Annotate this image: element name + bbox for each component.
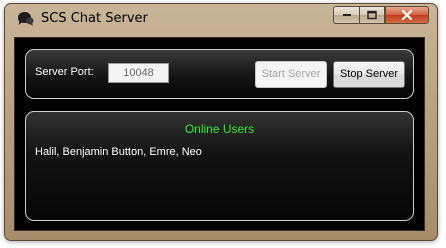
client-area: Server Port: 10048 Start Server Stop Ser… bbox=[14, 37, 425, 231]
close-button[interactable] bbox=[385, 6, 429, 24]
maximize-button[interactable] bbox=[359, 6, 385, 24]
start-server-button[interactable]: Start Server bbox=[255, 61, 327, 88]
app-window: SCS Chat Server Server Port: 10048 Start… bbox=[4, 3, 438, 241]
chat-bubbles-icon[interactable] bbox=[16, 10, 34, 28]
window-title: SCS Chat Server bbox=[41, 11, 148, 26]
server-port-input[interactable]: 10048 bbox=[108, 63, 169, 83]
server-port-label: Server Port: bbox=[35, 66, 94, 78]
online-users-title: Online Users bbox=[184, 122, 255, 136]
maximize-icon bbox=[367, 10, 377, 20]
minimize-button[interactable] bbox=[333, 6, 359, 24]
close-icon bbox=[401, 10, 413, 20]
window-controls bbox=[333, 6, 429, 24]
online-users-panel: Online Users Halil, Benjamin Button, Emr… bbox=[25, 111, 414, 221]
online-users-list: Halil, Benjamin Button, Emre, Neo bbox=[35, 146, 202, 158]
stop-server-button[interactable]: Stop Server bbox=[333, 61, 405, 88]
title-bar[interactable]: SCS Chat Server bbox=[5, 4, 437, 34]
minimize-icon bbox=[342, 14, 351, 16]
server-control-panel: Server Port: 10048 Start Server Stop Ser… bbox=[25, 49, 414, 99]
